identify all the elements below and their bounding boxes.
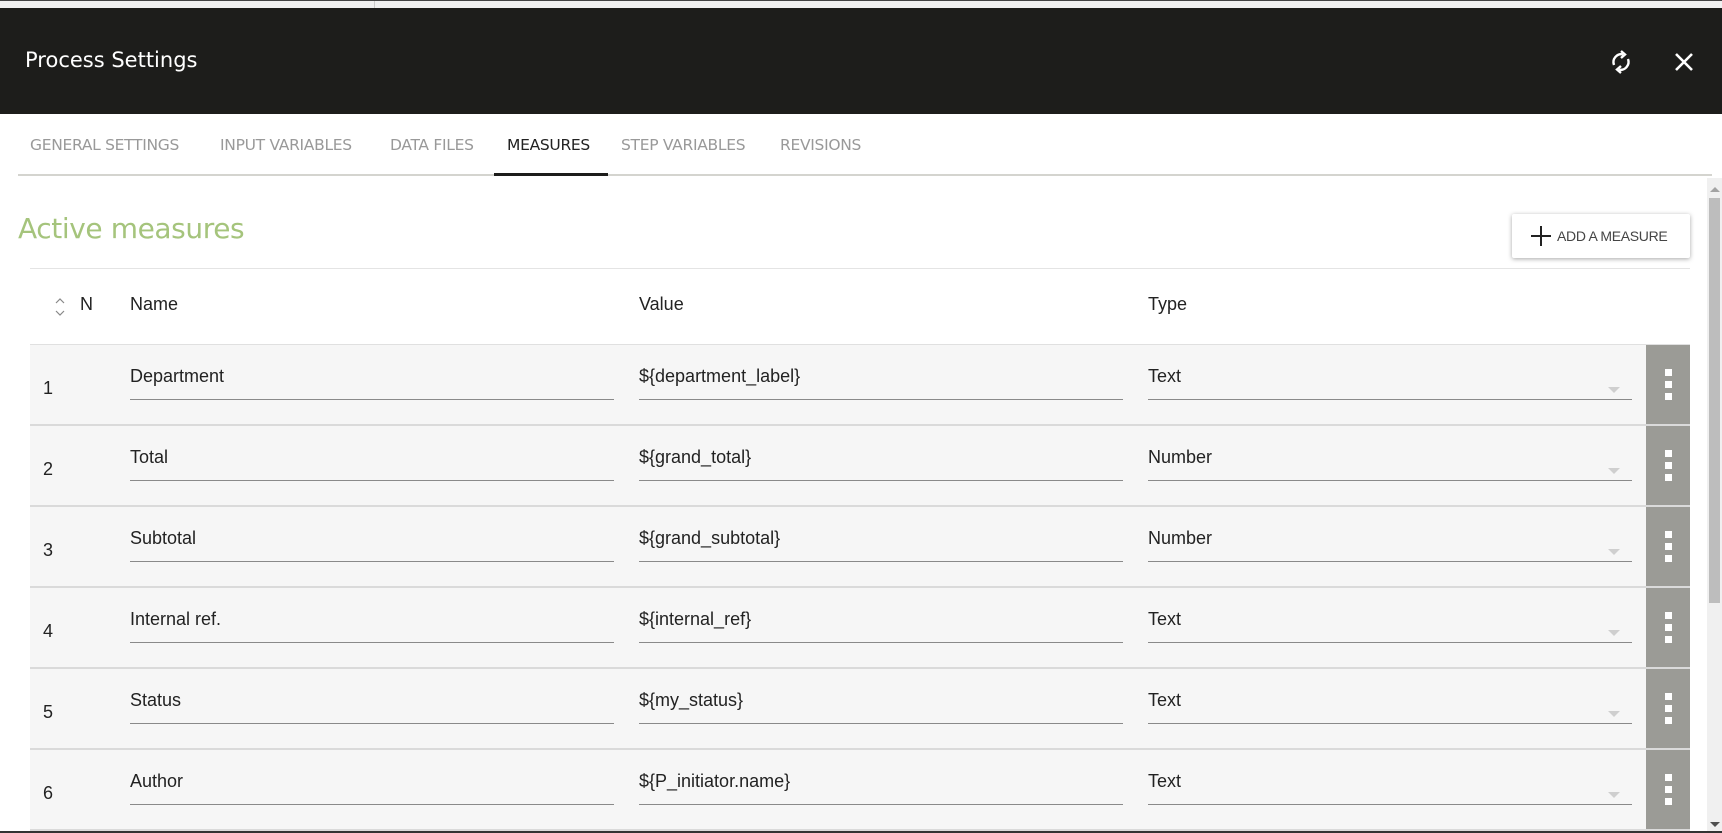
row-menu-button[interactable] [1646,588,1690,667]
value-input[interactable]: ${P_initiator.name} [639,770,1123,805]
dropdown-caret-icon [1608,630,1620,636]
add-measure-label: ADD A MEASURE [1557,228,1668,244]
type-select-value: Number [1148,528,1213,548]
more-vertical-icon [1664,693,1672,700]
row-menu-button[interactable] [1646,426,1690,505]
row-number: 3 [43,540,54,560]
row-number: 4 [43,621,54,641]
column-header-type: Type [1148,294,1188,314]
vertical-scrollbar[interactable] [1707,178,1722,833]
type-select-value: Text [1148,690,1182,710]
type-select[interactable]: Text [1148,365,1632,400]
column-header-n[interactable]: N [80,294,93,315]
window-top-strip [0,0,1722,9]
type-select-value: Number [1148,447,1213,467]
table-row: 1 Department ${department_label} Text [30,345,1690,426]
name-input[interactable]: Author [130,770,614,805]
scroll-up-arrow-icon[interactable] [1710,187,1720,192]
table-row: 6 Author ${P_initiator.name} Text [30,750,1690,831]
dropdown-caret-icon [1608,711,1620,717]
tab-revisions[interactable]: REVISIONS [780,136,861,154]
dropdown-caret-icon [1608,549,1620,555]
row-menu-button[interactable] [1646,507,1690,586]
dropdown-caret-icon [1608,387,1620,393]
value-input[interactable]: ${grand_subtotal} [639,527,1123,562]
row-menu-button[interactable] [1646,750,1690,829]
scroll-down-arrow-icon[interactable] [1710,822,1720,827]
row-number: 2 [43,459,54,479]
value-input[interactable]: ${internal_ref} [639,608,1123,643]
tab-measures[interactable]: MEASURES [507,136,590,154]
row-menu-button[interactable] [1646,345,1690,424]
row-number: 1 [43,378,54,398]
value-input[interactable]: ${my_status} [639,689,1123,724]
tab-step-variables[interactable]: STEP VARIABLES [621,136,746,154]
refresh-button[interactable] [1604,45,1638,79]
scrollbar-thumb[interactable] [1709,198,1720,603]
refresh-icon [1612,50,1630,74]
add-measure-button[interactable]: ADD A MEASURE [1512,214,1690,258]
more-vertical-icon [1664,450,1672,457]
close-icon [1675,53,1693,71]
table-row: 4 Internal ref. ${internal_ref} Text [30,588,1690,669]
table-row: 2 Total ${grand_total} Number [30,426,1690,507]
type-select-value: Text [1148,609,1182,629]
type-select[interactable]: Text [1148,689,1632,724]
name-input[interactable]: Total [130,446,614,481]
more-vertical-icon [1664,369,1672,376]
type-select[interactable]: Number [1148,527,1632,562]
tab-input-variables[interactable]: INPUT VARIABLES [220,136,352,154]
dropdown-caret-icon [1608,792,1620,798]
measures-table: N Name Value Type 1 Department ${departm… [30,268,1690,831]
row-number: 5 [43,702,54,722]
dropdown-caret-icon [1608,468,1620,474]
more-vertical-icon [1664,774,1672,781]
table-row: 3 Subtotal ${grand_subtotal} Number [30,507,1690,588]
column-header-name: Name [130,294,179,314]
type-select[interactable]: Text [1148,608,1632,643]
tab-data-files[interactable]: DATA FILES [390,136,474,154]
name-input[interactable]: Internal ref. [130,608,614,643]
row-number: 6 [43,783,54,803]
name-input[interactable]: Department [130,365,614,400]
type-select-value: Text [1148,771,1182,791]
plus-icon [1531,226,1551,246]
dialog-header: Process Settings [0,8,1722,114]
type-select[interactable]: Text [1148,770,1632,805]
tab-general-settings[interactable]: GENERAL SETTINGS [30,136,179,154]
name-input[interactable]: Subtotal [130,527,614,562]
row-menu-button[interactable] [1646,669,1690,748]
more-vertical-icon [1664,531,1672,538]
value-input[interactable]: ${grand_total} [639,446,1123,481]
close-button[interactable] [1667,45,1701,79]
table-row: 5 Status ${my_status} Text [30,669,1690,750]
more-vertical-icon [1664,612,1672,619]
tab-bar: GENERAL SETTINGS INPUT VARIABLES DATA FI… [18,114,1712,176]
name-input[interactable]: Status [130,689,614,724]
measures-panel: Active measures ADD A MEASURE N Name Val… [0,178,1708,833]
active-tab-indicator [494,173,608,176]
sort-icon[interactable] [54,295,66,319]
column-header-value: Value [639,294,684,314]
section-title: Active measures [18,212,245,245]
value-input[interactable]: ${department_label} [639,365,1123,400]
dialog-title: Process Settings [25,48,198,72]
type-select-value: Text [1148,366,1182,386]
table-header: N Name Value Type [30,268,1690,345]
type-select[interactable]: Number [1148,446,1632,481]
